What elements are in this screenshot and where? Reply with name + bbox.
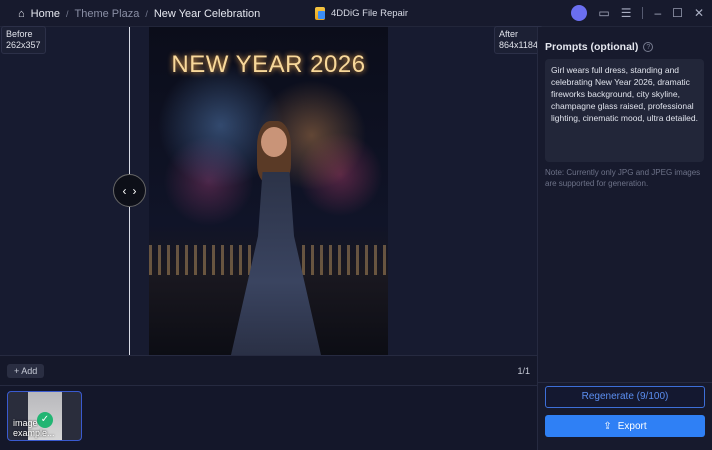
breadcrumb-theme-plaza[interactable]: Theme Plaza <box>75 8 140 20</box>
title-bar: ⌂ Home / Theme Plaza / New Year Celebrat… <box>0 0 712 27</box>
prompt-title-text: Prompts (optional) <box>545 41 639 53</box>
export-button[interactable]: ⇪ Export <box>545 415 705 437</box>
result-image: NEW YEAR 2026 <box>149 27 388 355</box>
menu-icon[interactable]: ☰ <box>621 6 632 20</box>
after-title: After <box>499 29 519 39</box>
prompt-title: Prompts (optional) ? <box>545 41 654 53</box>
maximize-button[interactable]: ☐ <box>672 6 683 20</box>
add-button[interactable]: + Add <box>7 364 45 378</box>
breadcrumb: ⌂ Home / Theme Plaza / New Year Celebrat… <box>18 8 260 20</box>
breadcrumb-current: New Year Celebration <box>153 8 261 20</box>
girl-head <box>261 127 287 157</box>
chevron-left-icon: ‹ <box>122 183 127 198</box>
minimize-button[interactable]: – <box>654 6 661 20</box>
home-icon[interactable]: ⌂ <box>18 8 25 20</box>
app-name: 4DDiG File Repair <box>331 8 409 19</box>
feedback-icon[interactable]: ▭ <box>598 6 609 20</box>
compare-slider-handle[interactable]: ‹ › <box>113 174 146 207</box>
breadcrumb-home[interactable]: Home <box>31 8 60 20</box>
window-controls: ▭ ☰ – ☐ ✕ <box>571 5 704 21</box>
prompt-panel: Prompts (optional) ? Girl wears full dre… <box>537 27 712 450</box>
app-logo-icon <box>315 7 325 20</box>
before-size: 262x357 <box>6 40 41 50</box>
compare-view: NEW YEAR 2026 Before 262x357 After 864x1… <box>0 26 543 355</box>
chevron-right-icon: › <box>132 183 137 198</box>
regenerate-button[interactable]: Regenerate (9/100) <box>545 386 705 408</box>
divider <box>538 382 712 383</box>
after-size: 864x1184 <box>499 40 538 50</box>
after-label: After 864x1184 <box>494 26 543 54</box>
image-headline-text: NEW YEAR 2026 <box>171 51 366 78</box>
add-bar: + Add 1/1 <box>0 355 537 386</box>
page-count: 1/1 <box>517 366 530 376</box>
format-note: Note: Currently only JPG and JPEG images… <box>545 168 701 188</box>
breadcrumb-separator: / <box>145 9 148 19</box>
before-label: Before 262x357 <box>1 26 46 54</box>
breadcrumb-separator: / <box>66 9 69 19</box>
thumbnail-item[interactable]: ✓ image example... <box>7 391 82 441</box>
help-icon[interactable]: ? <box>643 42 654 52</box>
app-title: 4DDiG File Repair <box>315 7 408 20</box>
export-label: Export <box>617 420 647 432</box>
prompt-input[interactable]: Girl wears full dress, standing and cele… <box>545 59 704 162</box>
thumbnail-strip: ✓ image example... <box>0 386 537 450</box>
before-title: Before <box>6 29 33 39</box>
export-icon: ⇪ <box>603 420 612 432</box>
divider <box>642 7 644 19</box>
thumbnail-label: image example... <box>13 418 55 438</box>
discord-icon[interactable] <box>571 5 588 21</box>
close-button[interactable]: ✕ <box>694 6 704 20</box>
